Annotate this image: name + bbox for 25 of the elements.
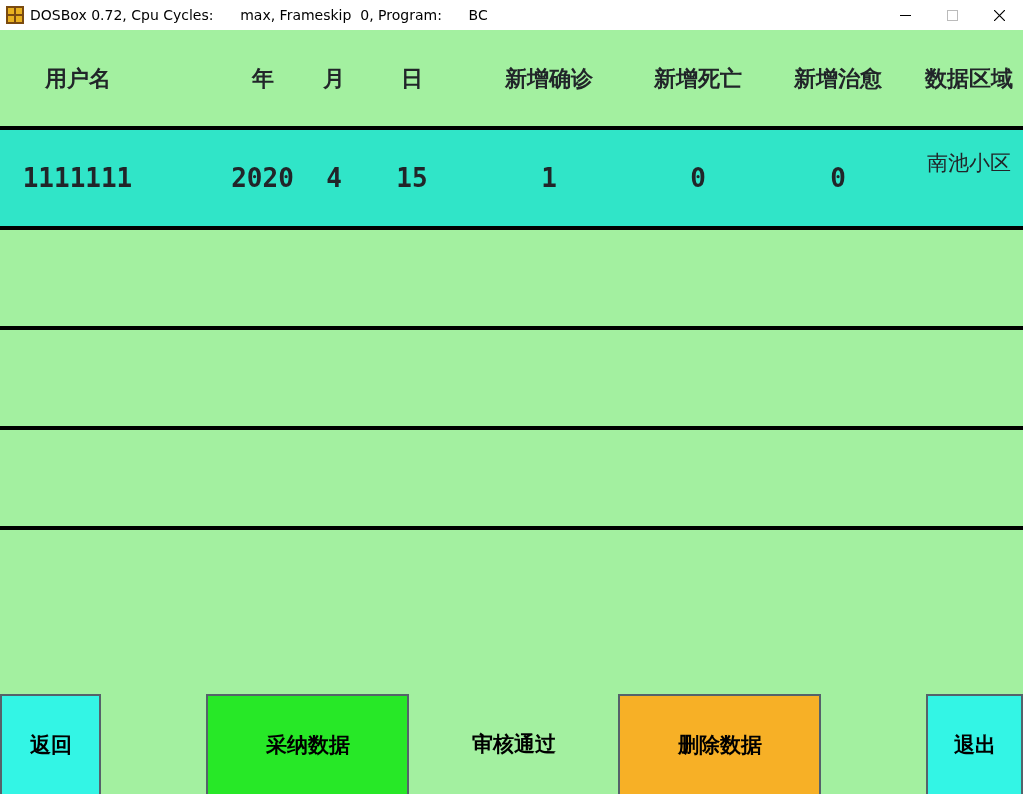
table-cell-text: 4 — [326, 161, 342, 195]
action-label[interactable]: 审核通过 — [409, 694, 618, 794]
column-header: 日 — [401, 64, 423, 93]
close-icon[interactable] — [994, 9, 1005, 21]
column-header: 年 — [251, 64, 274, 93]
app-icon — [6, 6, 24, 24]
window-title: DOSBox 0.72, Cpu Cycles: max, Frameskip 0, Program: BC — [30, 5, 488, 25]
column-header: 月 — [323, 64, 345, 93]
column-header: 新增治愈 — [794, 64, 882, 93]
table-cell-text: 南池小区 — [927, 150, 1011, 177]
action-button[interactable]: 采纳数据 — [206, 694, 409, 794]
column-header: 新增死亡 — [654, 64, 742, 93]
column-header: 数据区域 — [925, 64, 1013, 93]
table-cell-text: 2020 — [231, 161, 294, 195]
table-cell-text: 15 — [396, 161, 428, 195]
table-cell-text: 1 — [541, 161, 557, 195]
table-cell-text: 1111111 — [22, 161, 133, 195]
action-button[interactable]: 返回 — [0, 694, 101, 794]
selected-row[interactable]: 1111111 2020 4 15 1 0 0 南池小区 — [0, 130, 1023, 226]
action-button[interactable]: 删除数据 — [618, 694, 821, 794]
table-cell-text: 0 — [830, 161, 846, 195]
action-button[interactable]: 退出 — [926, 694, 1023, 794]
column-header: 用户名 — [44, 64, 111, 93]
table-cell-text: 0 — [690, 161, 706, 195]
column-header: 新增确诊 — [505, 64, 593, 93]
